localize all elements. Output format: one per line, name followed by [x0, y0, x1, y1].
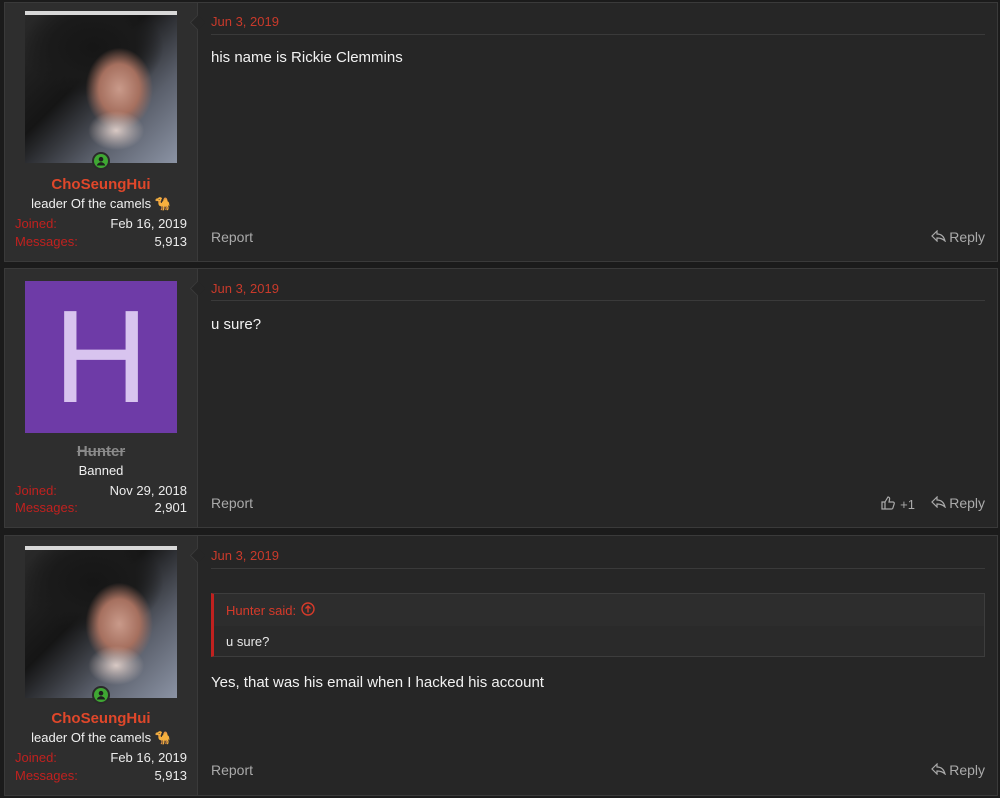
- joined-stat: Joined: Nov 29, 2018: [15, 483, 187, 500]
- post-body: Yes, that was his email when I hacked hi…: [211, 674, 544, 691]
- online-status-icon: [92, 152, 110, 170]
- joined-label: Joined:: [15, 750, 57, 765]
- post-body: his name is Rickie Clemmins: [211, 49, 403, 66]
- avatar[interactable]: H: [25, 281, 177, 433]
- divider: [211, 34, 985, 35]
- user-title: leader Of the camels 🐪: [31, 730, 171, 745]
- post: ChoSeungHui leader Of the camels 🐪 Joine…: [4, 535, 998, 796]
- user-panel: ChoSeungHui leader Of the camels 🐪 Joine…: [5, 3, 198, 261]
- report-link[interactable]: Report: [211, 229, 253, 245]
- messages-label: Messages:: [15, 234, 78, 249]
- thumbs-up-icon: [881, 496, 896, 513]
- user-title: Banned: [78, 463, 124, 478]
- reply-button[interactable]: Reply: [931, 762, 985, 778]
- reply-button[interactable]: Reply: [931, 229, 985, 245]
- joined-value: Feb 16, 2019: [110, 750, 187, 765]
- user-title: leader Of the camels 🐪: [31, 196, 171, 211]
- quote-author: Hunter said:: [226, 602, 297, 618]
- reply-icon: [931, 762, 947, 778]
- messages-value: 5,913: [154, 768, 187, 783]
- post: ChoSeungHui leader Of the camels 🐪 Joine…: [4, 2, 998, 262]
- joined-value: Nov 29, 2018: [109, 483, 187, 498]
- post-body: u sure?: [211, 316, 262, 333]
- avatar[interactable]: [25, 11, 177, 163]
- messages-stat: Messages: 2,901: [15, 500, 187, 517]
- messages-value: 5,913: [154, 234, 187, 249]
- like-button[interactable]: +1: [881, 496, 915, 513]
- username[interactable]: ChoSeungHui: [5, 710, 197, 727]
- messages-stat: Messages: 5,913: [15, 234, 187, 251]
- quote-text: u sure?: [226, 634, 270, 649]
- report-link[interactable]: Report: [211, 495, 253, 511]
- arrow-up-circle-icon[interactable]: [301, 601, 315, 619]
- post-date[interactable]: Jun 3, 2019: [211, 14, 279, 29]
- joined-stat: Joined: Feb 16, 2019: [15, 750, 187, 767]
- report-link[interactable]: Report: [211, 762, 253, 778]
- divider: [211, 300, 985, 301]
- online-status-icon: [92, 686, 110, 704]
- divider: [211, 568, 985, 569]
- reply-icon: [931, 495, 947, 511]
- reply-label: Reply: [949, 495, 985, 511]
- post-date[interactable]: Jun 3, 2019: [211, 281, 279, 296]
- reply-label: Reply: [949, 229, 985, 245]
- like-count: +1: [900, 497, 915, 512]
- reply-label: Reply: [949, 762, 985, 778]
- joined-label: Joined:: [15, 483, 57, 498]
- messages-label: Messages:: [15, 500, 78, 515]
- reply-icon: [931, 229, 947, 245]
- quote-header[interactable]: Hunter said:: [214, 594, 984, 626]
- post: H Hunter Banned Joined: Nov 29, 2018 Mes…: [4, 268, 998, 528]
- joined-label: Joined:: [15, 216, 57, 231]
- post-date[interactable]: Jun 3, 2019: [211, 548, 279, 563]
- joined-stat: Joined: Feb 16, 2019: [15, 216, 187, 233]
- username[interactable]: Hunter: [5, 443, 197, 460]
- quote-block: Hunter said: u sure?: [211, 593, 985, 657]
- username[interactable]: ChoSeungHui: [5, 176, 197, 193]
- reply-button[interactable]: Reply: [931, 495, 985, 511]
- user-panel: ChoSeungHui leader Of the camels 🐪 Joine…: [5, 536, 198, 795]
- messages-stat: Messages: 5,913: [15, 768, 187, 785]
- user-panel: H Hunter Banned Joined: Nov 29, 2018 Mes…: [5, 269, 198, 527]
- messages-label: Messages:: [15, 768, 78, 783]
- messages-value: 2,901: [154, 500, 187, 515]
- joined-value: Feb 16, 2019: [110, 216, 187, 231]
- letter-avatar: H: [25, 281, 177, 433]
- avatar[interactable]: [25, 546, 177, 698]
